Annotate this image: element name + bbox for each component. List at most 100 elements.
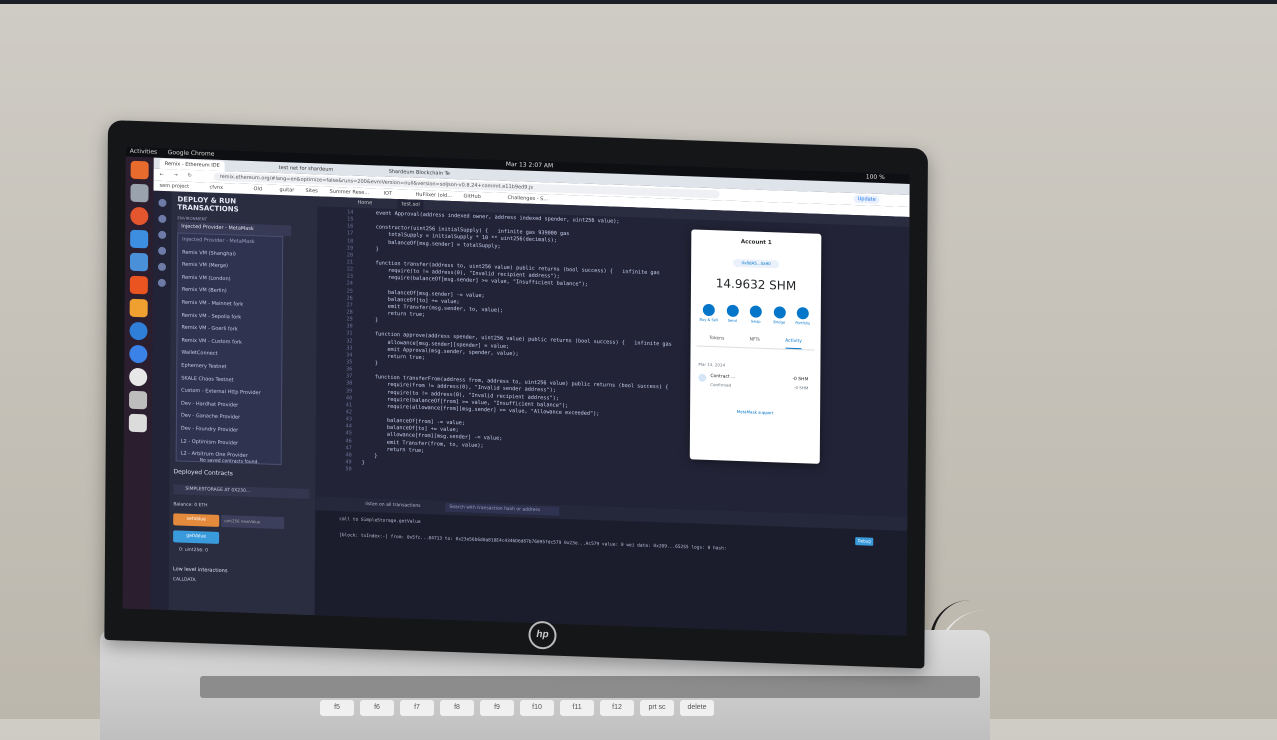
account-selector[interactable]: Account 1 xyxy=(691,237,821,248)
activity-title: Contract ... xyxy=(710,374,735,380)
deploy-icon[interactable] xyxy=(158,263,166,271)
debug-button[interactable]: Debug xyxy=(855,537,873,546)
line-text: } xyxy=(363,317,379,325)
bookmark-item[interactable]: Sites xyxy=(306,186,318,196)
activity-amount-fiat: -0 SHM xyxy=(794,385,808,390)
bookmark-item[interactable]: GitHub xyxy=(464,191,481,202)
line-text: } xyxy=(362,360,378,368)
tab-home[interactable]: Home xyxy=(357,198,372,209)
activity-item[interactable]: Contract ... Confirmed -0 SHM -0 SHM xyxy=(698,374,812,378)
terminal: listen on all transactions Search with t… xyxy=(315,496,908,636)
keyboard-key: f10 xyxy=(520,700,554,716)
bookmark-item[interactable]: IOT xyxy=(384,189,393,199)
no-contracts-text: No saved contracts found. xyxy=(200,458,259,465)
contract-instance[interactable]: SIMPLESTORAGE AT 0X230... xyxy=(173,484,309,499)
activity-amount: -0 SHM xyxy=(792,377,808,383)
terminal-search[interactable]: Search with transaction hash or address xyxy=(445,503,559,516)
keyboard-key: f12 xyxy=(600,700,634,716)
activity-status: Confirmed xyxy=(710,382,731,388)
deploy-panel: DEPLOY & RUN TRANSACTIONS ENVIRONMENT In… xyxy=(169,191,318,615)
metamask-action-button[interactable]: Bridge xyxy=(769,306,789,325)
laptop-hinge xyxy=(200,676,980,698)
line-text: } xyxy=(363,246,379,254)
action-label: Buy & Sell xyxy=(699,318,717,323)
action-label: Bridge xyxy=(773,320,785,324)
remix-logo-icon[interactable] xyxy=(158,199,166,207)
get-value-button[interactable]: getValue xyxy=(173,530,219,544)
low-level-title: Low level interactions xyxy=(173,566,228,574)
compiler-icon[interactable] xyxy=(158,247,166,255)
contract-icon xyxy=(698,374,706,382)
account-address[interactable]: 0x8dA5...0a90 xyxy=(733,259,779,269)
set-value-input[interactable]: uint256 newValue xyxy=(221,515,284,529)
bookmark-item[interactable]: cfvnx xyxy=(210,183,224,193)
keyboard-key: f11 xyxy=(560,700,594,716)
metamask-action-button[interactable]: Portfolio xyxy=(793,307,813,326)
keyboard-key: f6 xyxy=(360,700,394,716)
laptop-screen: Activities Google Chrome Mar 13 2:07 AM … xyxy=(123,147,910,636)
environment-label: ENVIRONMENT xyxy=(177,215,207,221)
laptop-lid: Activities Google Chrome Mar 13 2:07 AM … xyxy=(104,120,928,669)
debugger-icon[interactable] xyxy=(158,279,166,287)
action-label: Send xyxy=(728,319,737,323)
set-value-button[interactable]: setValue xyxy=(173,513,219,527)
metamask-actions: Buy & Sell Send Swap Bridge Portfolio xyxy=(699,304,813,326)
rhythmbox-icon[interactable] xyxy=(130,207,148,226)
tx-log: [block: txIndex:-] from: 0x5fc...84713 t… xyxy=(339,533,726,552)
metamask-action-button[interactable]: Send xyxy=(722,304,742,323)
keyboard-key: delete xyxy=(680,700,714,716)
firefox-icon[interactable] xyxy=(131,161,149,180)
tab-test-sol[interactable]: test.sol xyxy=(397,199,423,210)
line-text: } xyxy=(362,460,365,467)
file-explorer-icon[interactable] xyxy=(158,215,166,223)
forward-icon[interactable]: → xyxy=(174,169,178,181)
metamask-tabs: Tokens NFTs Activity xyxy=(697,336,815,351)
deployed-contracts-title: Deployed Contracts xyxy=(174,468,233,477)
bookmark-item[interactable]: guitar xyxy=(280,185,295,196)
back-icon[interactable]: ← xyxy=(160,169,164,181)
line-number: 50 xyxy=(316,465,362,474)
battery-indicator[interactable]: 100 % xyxy=(866,172,885,183)
action-icon xyxy=(797,307,809,319)
keyboard-key: f5 xyxy=(320,700,354,716)
bookmark-item[interactable]: Old xyxy=(254,184,263,194)
contract-balance: Balance: 0 ETH xyxy=(173,502,207,508)
metamask-tab[interactable]: NFTs xyxy=(750,337,760,347)
metamask-action-button[interactable]: Swap xyxy=(746,305,766,324)
action-label: Portfolio xyxy=(795,321,810,326)
hp-logo: hp xyxy=(528,621,556,650)
chrome-icon[interactable] xyxy=(129,368,147,387)
metamask-tab[interactable]: Tokens xyxy=(709,336,724,347)
thunderbird-icon[interactable] xyxy=(129,322,147,341)
ubuntu-dock xyxy=(123,157,154,614)
action-icon xyxy=(773,306,785,318)
metamask-action-button[interactable]: Buy & Sell xyxy=(699,304,719,323)
environment-dropdown: Injected Provider - MetaMaskRemix VM (Sh… xyxy=(176,232,284,464)
app-icon[interactable] xyxy=(130,299,148,318)
account-balance: 14.9632 SHM xyxy=(691,275,821,294)
action-icon xyxy=(703,304,715,316)
wall-edge xyxy=(0,0,1277,4)
panel-title: DEPLOY & RUN TRANSACTIONS xyxy=(177,195,277,214)
reload-icon[interactable]: ↻ xyxy=(188,170,192,182)
trash-icon[interactable] xyxy=(129,414,147,433)
software-icon[interactable] xyxy=(130,276,148,295)
calldata-label: CALLDATA xyxy=(173,577,196,583)
help-icon[interactable] xyxy=(129,345,147,364)
listen-checkbox-label[interactable]: listen on all transactions xyxy=(365,502,420,509)
call-log: call to SimpleStorage.getValue xyxy=(339,517,420,525)
metamask-tab[interactable]: Activity xyxy=(785,339,802,350)
update-button[interactable]: Update xyxy=(854,195,880,204)
get-value-result: 0: uint256: 0 xyxy=(179,547,208,553)
action-icon xyxy=(750,305,762,317)
app-icon-2[interactable] xyxy=(129,391,147,410)
calendar-icon[interactable] xyxy=(130,230,148,249)
files-icon[interactable] xyxy=(130,184,148,203)
metamask-support-link[interactable]: MetaMask support xyxy=(690,407,820,417)
keyboard-row: f5f6f7f8f9f10f11f12prt scdelete xyxy=(320,700,714,716)
activity-date: Mar 13, 2024 xyxy=(698,362,725,368)
writer-icon[interactable] xyxy=(130,253,148,272)
metamask-popup: Account 1 0x8dA5...0a90 14.9632 SHM Buy … xyxy=(690,229,822,463)
keyboard-key: prt sc xyxy=(640,700,674,716)
search-icon[interactable] xyxy=(158,231,166,239)
